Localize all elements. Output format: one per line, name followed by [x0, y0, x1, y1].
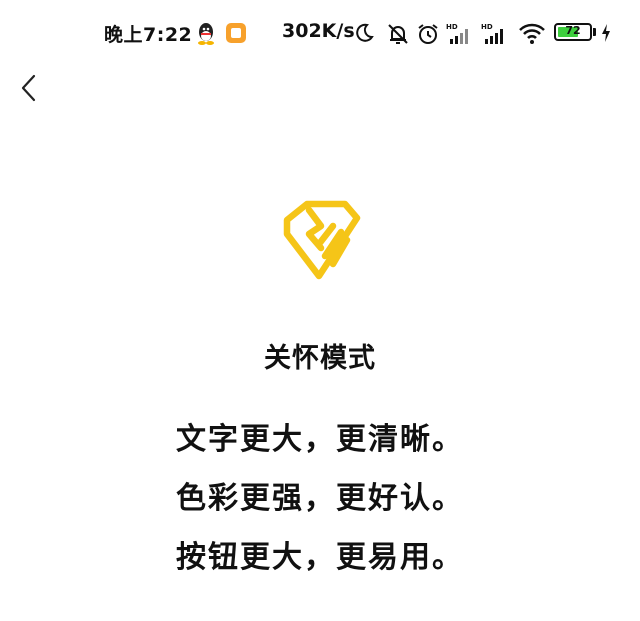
chevron-left-icon — [21, 74, 36, 102]
bell-muted-icon — [388, 24, 408, 44]
battery-cap — [593, 28, 596, 36]
wifi-icon — [519, 23, 545, 44]
feature-line-buttons: 按钮更大，更易用。 — [176, 540, 464, 575]
charging-icon — [602, 24, 610, 42]
battery-icon: 72 — [554, 23, 592, 41]
app-notification-icon — [226, 23, 246, 43]
signal-hd-icon: HD — [446, 23, 468, 44]
qq-icon — [198, 23, 214, 45]
care-heart-hand-icon — [283, 200, 361, 280]
feature-line-text-size: 文字更大，更清晰。 — [176, 422, 464, 457]
back-button[interactable] — [10, 68, 46, 108]
svg-text:HD: HD — [446, 23, 458, 31]
feature-line-color: 色彩更强，更好认。 — [176, 481, 464, 516]
svg-text:HD: HD — [481, 23, 493, 31]
status-bar: 晚上7:22 302K/s HD HD 72 — [0, 14, 640, 54]
page-title: 关怀模式 — [264, 343, 376, 374]
status-time: 晚上7:22 — [104, 24, 193, 46]
battery-level: 72 — [565, 24, 581, 37]
network-speed: 302K/s — [282, 20, 355, 42]
moon-icon — [356, 23, 374, 42]
signal-hd-icon: HD — [481, 23, 503, 44]
alarm-icon — [418, 24, 438, 44]
